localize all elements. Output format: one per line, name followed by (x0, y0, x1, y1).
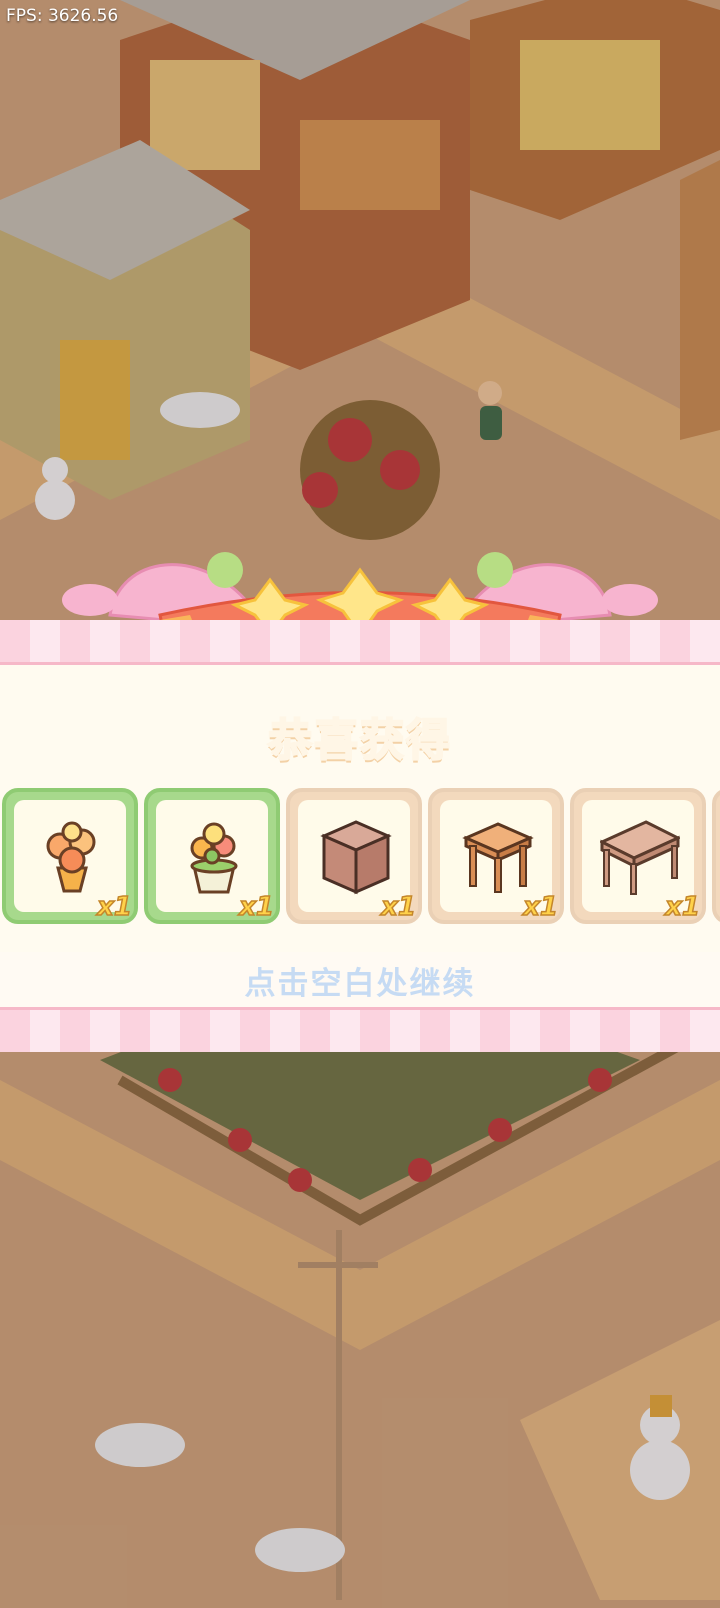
reward-card[interactable]: x1 (570, 788, 706, 924)
reward-dialog[interactable]: 恭喜获得 x1 x1 x1 x1 x1 点击空白处继续 (0, 620, 720, 1052)
orange-flower-bouquet-icon (46, 821, 96, 893)
reward-card[interactable]: x1 (2, 788, 138, 924)
wooden-desk-icon (600, 820, 680, 895)
dialog-bottom-stripe (0, 1007, 720, 1052)
reward-items-row: x1 x1 x1 x1 x1 (0, 788, 720, 930)
reward-quantity: x1 (522, 891, 558, 923)
wooden-stool-icon (462, 822, 534, 893)
fps-counter: FPS: 3626.56 (6, 6, 119, 26)
reward-card-partial[interactable] (712, 788, 720, 924)
reward-quantity: x1 (664, 891, 700, 923)
dialog-title: 恭喜获得 (267, 714, 452, 767)
flower-pot-icon (190, 822, 238, 894)
reward-quantity: x1 (96, 891, 132, 923)
reward-quantity: x1 (238, 891, 274, 923)
wooden-cabinet-icon (320, 820, 392, 895)
reward-card[interactable]: x1 (286, 788, 422, 924)
reward-card[interactable]: x1 (144, 788, 280, 924)
dialog-top-stripe (0, 620, 720, 665)
tap-to-continue-hint[interactable]: 点击空白处继续 (0, 958, 720, 1003)
reward-card[interactable]: x1 (428, 788, 564, 924)
reward-quantity: x1 (380, 891, 416, 923)
